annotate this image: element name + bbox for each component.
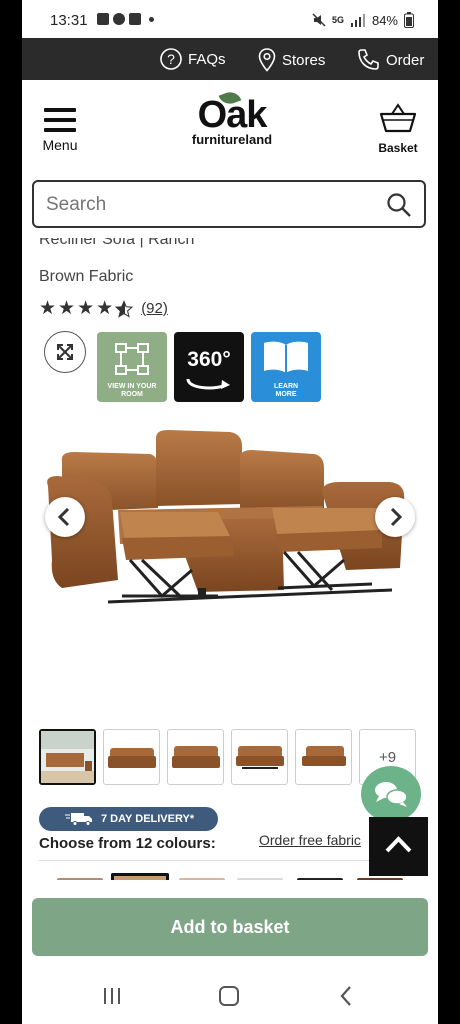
faqs-label: FAQs xyxy=(188,50,226,68)
stores-label: Stores xyxy=(282,51,326,69)
chevron-left-icon xyxy=(57,507,70,527)
colour-choice-heading: Choose from 12 colours: xyxy=(39,835,216,852)
basket-label: Basket xyxy=(378,141,418,155)
utility-bar: ? FAQs Stores Order xyxy=(22,38,438,80)
gallery-thumbnail[interactable] xyxy=(295,729,352,785)
gallery-thumbnail[interactable] xyxy=(39,729,96,785)
order-free-fabric-link[interactable]: Order free fabric xyxy=(259,832,361,848)
stores-link[interactable]: Stores xyxy=(258,48,325,72)
rotate-arrow-icon xyxy=(186,378,230,390)
more-notifications-dot xyxy=(149,16,154,22)
product-title-line1: Recliner Sofa | Ranch xyxy=(39,238,195,248)
product-title-line2: Brown Fabric xyxy=(39,268,134,285)
question-circle-icon: ? xyxy=(160,48,182,70)
status-right: 5G 84% xyxy=(312,12,414,28)
sofa-thumbnail xyxy=(302,746,346,766)
system-nav-bar xyxy=(22,968,438,1024)
search-icon[interactable] xyxy=(386,192,412,218)
menu-button[interactable]: Menu xyxy=(40,108,80,153)
order-label: Order xyxy=(386,51,425,69)
notification-icons xyxy=(97,13,154,25)
status-time: 13:31 xyxy=(50,12,88,29)
view-360-label: 360° xyxy=(187,348,231,371)
product-image[interactable] xyxy=(22,420,438,720)
phone-icon xyxy=(358,49,379,70)
gallery-thumbnail[interactable] xyxy=(167,729,224,785)
view-in-room-label: VIEW IN YOUR ROOM xyxy=(107,383,157,398)
recliner-sofa-image xyxy=(47,430,405,604)
truck-icon xyxy=(65,813,92,826)
gallery-prev-button[interactable] xyxy=(45,497,85,537)
signal-icon xyxy=(350,13,365,27)
battery-icon xyxy=(404,12,414,28)
svg-text:?: ? xyxy=(167,51,175,67)
search-input[interactable] xyxy=(44,191,368,219)
back-icon[interactable] xyxy=(338,985,354,1007)
basket-button[interactable]: Basket xyxy=(368,102,428,155)
site-header: Menu Oak furnitureland Basket xyxy=(22,80,438,180)
scroll-to-top-button[interactable] xyxy=(369,817,428,876)
logo-sub-text: furnitureland xyxy=(191,132,273,147)
star-icon: ★ xyxy=(96,298,114,319)
hamburger-icon xyxy=(40,108,80,132)
faqs-link[interactable]: ? FAQs xyxy=(160,48,226,70)
menu-label: Menu xyxy=(42,137,78,153)
order-link[interactable]: Order xyxy=(356,48,424,72)
product-rating[interactable]: ★ ★ ★ ★ (92) xyxy=(39,299,168,318)
status-bar: 13:31 5G 84% xyxy=(22,0,438,38)
home-icon[interactable] xyxy=(218,985,240,1007)
phone-screen: 13:31 5G 84% ? FAQs Stores Order Menu Oa… xyxy=(22,0,438,1024)
sofa-thumbnail xyxy=(172,746,220,768)
learn-more-label: LEARN MORE xyxy=(273,383,299,398)
view-360-button[interactable]: 360° xyxy=(174,332,244,402)
live-chat-button[interactable] xyxy=(361,766,421,822)
add-to-basket-button[interactable]: Add to basket xyxy=(32,898,428,956)
gallery-thumbnail[interactable] xyxy=(231,729,288,785)
basket-icon xyxy=(379,103,417,133)
delivery-label: 7 DAY DELIVERY* xyxy=(101,813,195,825)
room-scene-thumbnail xyxy=(41,731,94,783)
search-bar xyxy=(32,180,426,228)
chevron-right-icon xyxy=(390,507,403,527)
battery-percent: 84% xyxy=(371,12,398,28)
star-icon: ★ xyxy=(77,298,95,319)
ebay-notification-icon xyxy=(129,13,141,25)
star-icon: ★ xyxy=(39,298,57,319)
view-in-room-button[interactable]: VIEW IN YOUR ROOM xyxy=(97,332,167,402)
room-ar-icon xyxy=(115,343,149,375)
recent-apps-icon[interactable] xyxy=(102,986,122,1006)
add-to-basket-bar: Add to basket xyxy=(22,880,438,980)
site-logo[interactable]: Oak furnitureland xyxy=(182,88,282,147)
gallery-thumbnails: +9 xyxy=(39,729,416,785)
gallery-notification-icon xyxy=(97,13,109,25)
open-book-icon xyxy=(264,341,308,373)
star-icon: ★ xyxy=(58,298,76,319)
sofa-thumbnail xyxy=(108,748,156,768)
network-type: 5G xyxy=(331,15,344,25)
sofa-thumbnail xyxy=(236,746,284,769)
fullscreen-button[interactable] xyxy=(44,331,86,373)
chat-bubbles-icon xyxy=(375,782,408,807)
expand-arrows-icon xyxy=(57,344,73,360)
mute-icon xyxy=(312,13,326,27)
gallery-thumbnail[interactable] xyxy=(103,729,160,785)
chevron-up-icon xyxy=(385,836,412,853)
review-count-link[interactable]: (92) xyxy=(141,300,168,317)
whatsapp-notification-icon xyxy=(113,13,125,25)
half-star-icon xyxy=(115,299,134,318)
delivery-badge: 7 DAY DELIVERY* xyxy=(39,807,218,831)
location-pin-icon xyxy=(258,48,276,72)
learn-more-button[interactable]: LEARN MORE xyxy=(251,332,321,402)
gallery-next-button[interactable] xyxy=(375,497,415,537)
